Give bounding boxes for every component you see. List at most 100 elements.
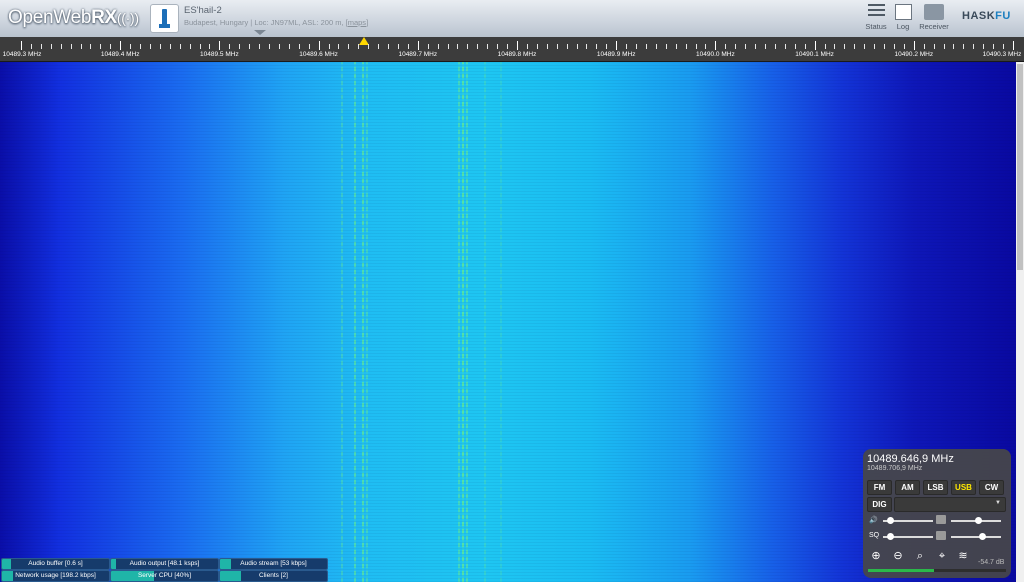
scale-minor-tick <box>923 44 925 49</box>
scale-major-tick <box>1013 41 1014 50</box>
scale-major-tick <box>21 41 22 50</box>
scale-minor-tick <box>794 44 796 49</box>
scale-minor-tick <box>735 44 737 49</box>
tuned-frequency[interactable]: 10489.646,9 MHz <box>867 453 954 465</box>
maps-link[interactable]: maps <box>348 18 366 27</box>
scrollbar-thumb[interactable] <box>1017 64 1023 270</box>
scale-minor-tick <box>30 44 32 49</box>
top-bar: OpenWebRX((·)) ES'hail-2 Budapest, Hunga… <box>0 0 1024 38</box>
zoom-in-icon[interactable]: ⊕ <box>868 548 884 564</box>
gain-knob[interactable] <box>978 533 986 540</box>
antenna-icon <box>162 9 167 25</box>
scale-minor-tick <box>397 44 399 49</box>
squelch-slider[interactable] <box>883 533 933 540</box>
scale-major-tick <box>318 41 320 50</box>
volume-knob[interactable] <box>887 517 895 524</box>
scale-minor-tick <box>378 44 380 49</box>
mode-button-dig[interactable]: DIG <box>867 497 892 512</box>
scale-minor-tick <box>298 44 300 49</box>
log-button[interactable]: Log <box>893 4 913 31</box>
scale-minor-tick <box>685 44 687 49</box>
scale-minor-tick <box>437 44 439 49</box>
audio-output-bar: Audio output [48.1 ksps] <box>110 558 219 570</box>
scale-minor-tick <box>80 44 82 49</box>
waterfall-auto-icon[interactable]: ≋ <box>955 548 971 564</box>
mode-button-cw[interactable]: CW <box>979 480 1004 495</box>
scale-minor-tick <box>278 44 280 49</box>
scale-major-tick <box>417 41 419 50</box>
scale-label: 10489.3 MHz <box>2 51 42 58</box>
waterfall-signal-line <box>366 62 368 582</box>
bar-fill <box>220 559 231 569</box>
audio-buffer-bar: Audio buffer [0.6 s] <box>1 558 110 570</box>
scale-minor-tick <box>893 44 895 49</box>
waterfall-signal-line <box>462 62 464 582</box>
scale-minor-tick <box>983 44 985 49</box>
scale-minor-tick <box>507 44 509 49</box>
bar-label: Network usage [198.2 kbps] <box>15 572 96 579</box>
mode-button-fm[interactable]: FM <box>867 480 892 495</box>
scale-minor-tick <box>199 44 201 49</box>
receiver-description: Budapest, Hungary | Loc: JN97ML, ASL: 20… <box>184 18 368 27</box>
scale-minor-tick <box>903 44 905 49</box>
status-icon <box>867 4 885 20</box>
waterfall-signal-line <box>500 62 502 582</box>
scale-minor-tick <box>100 44 102 49</box>
zoom-out-icon[interactable]: ⊖ <box>890 548 906 564</box>
scale-label: 10489.4 MHz <box>100 51 140 58</box>
openwebrx-logo[interactable]: OpenWebRX((·)) <box>8 7 139 29</box>
digital-mode-select[interactable]: ▼ <box>894 497 1006 512</box>
scale-minor-tick <box>140 44 142 49</box>
volume-slider[interactable] <box>883 517 933 524</box>
scale-minor-tick <box>804 44 806 49</box>
scale-minor-tick <box>745 44 747 49</box>
header-collapse-arrow-icon[interactable] <box>254 30 266 35</box>
antenna-base-icon <box>159 24 170 28</box>
scale-minor-tick <box>487 44 489 49</box>
bar-label: Audio buffer [0.6 s] <box>28 560 83 567</box>
receiver-icon <box>924 4 944 20</box>
scale-minor-tick <box>189 44 191 49</box>
scale-minor-tick <box>725 44 727 49</box>
squelch-label: SQ <box>869 532 880 539</box>
mode-button-lsb[interactable]: LSB <box>923 480 948 495</box>
log-button-label: Log <box>896 22 910 31</box>
rf-gain-knob[interactable] <box>974 517 982 524</box>
mode-button-am[interactable]: AM <box>895 480 920 495</box>
bar-fill <box>220 571 242 581</box>
zoom-band-icon[interactable]: ⌕ <box>912 548 928 564</box>
receiver-button-label: Receiver <box>919 22 949 31</box>
log-icon <box>894 4 912 20</box>
mode-button-usb[interactable]: USB <box>951 480 976 495</box>
scale-minor-tick <box>110 44 112 49</box>
scale-minor-tick <box>586 44 588 49</box>
scale-minor-tick <box>239 44 241 49</box>
scale-minor-tick <box>467 44 469 49</box>
scale-minor-tick <box>457 44 459 49</box>
scale-minor-tick <box>60 44 62 49</box>
logo-prefix: OpenWeb <box>8 7 92 28</box>
bar-fill <box>2 559 11 569</box>
status-button[interactable]: Status <box>863 4 889 31</box>
scale-minor-tick <box>308 44 310 49</box>
waterfall-signal-line <box>484 62 486 582</box>
receiver-button[interactable]: Receiver <box>917 4 951 31</box>
scale-minor-tick <box>90 44 92 49</box>
receiver-panel: 10489.646,9 MHz 10489.706,9 MHz FM AM LS… <box>863 449 1011 578</box>
scale-minor-tick <box>526 44 528 49</box>
server-cpu-bar: Server CPU [40%] <box>110 570 219 582</box>
squelch-knob[interactable] <box>887 533 895 540</box>
scale-minor-tick <box>447 44 449 49</box>
scale-label: 10490.0 MHz <box>696 51 735 58</box>
rf-gain-slider[interactable] <box>951 517 1001 524</box>
scale-minor-tick <box>626 44 628 49</box>
haskfu-logo[interactable]: HASKFU <box>962 10 1011 22</box>
gain-slider[interactable] <box>951 533 1001 540</box>
waterfall-scrollbar[interactable] <box>1016 62 1024 582</box>
bar-label: Server CPU [40%] <box>137 572 192 579</box>
scale-label: 10489.7 MHz <box>398 51 438 58</box>
frequency-scale[interactable]: 10489.3 MHz 10489.4 MHz 10489.5 MHz 10489.6… <box>0 37 1024 62</box>
scale-minor-tick <box>636 44 638 49</box>
scale-minor-tick <box>249 44 251 49</box>
zoom-reset-icon[interactable]: ⌖ <box>934 548 950 564</box>
